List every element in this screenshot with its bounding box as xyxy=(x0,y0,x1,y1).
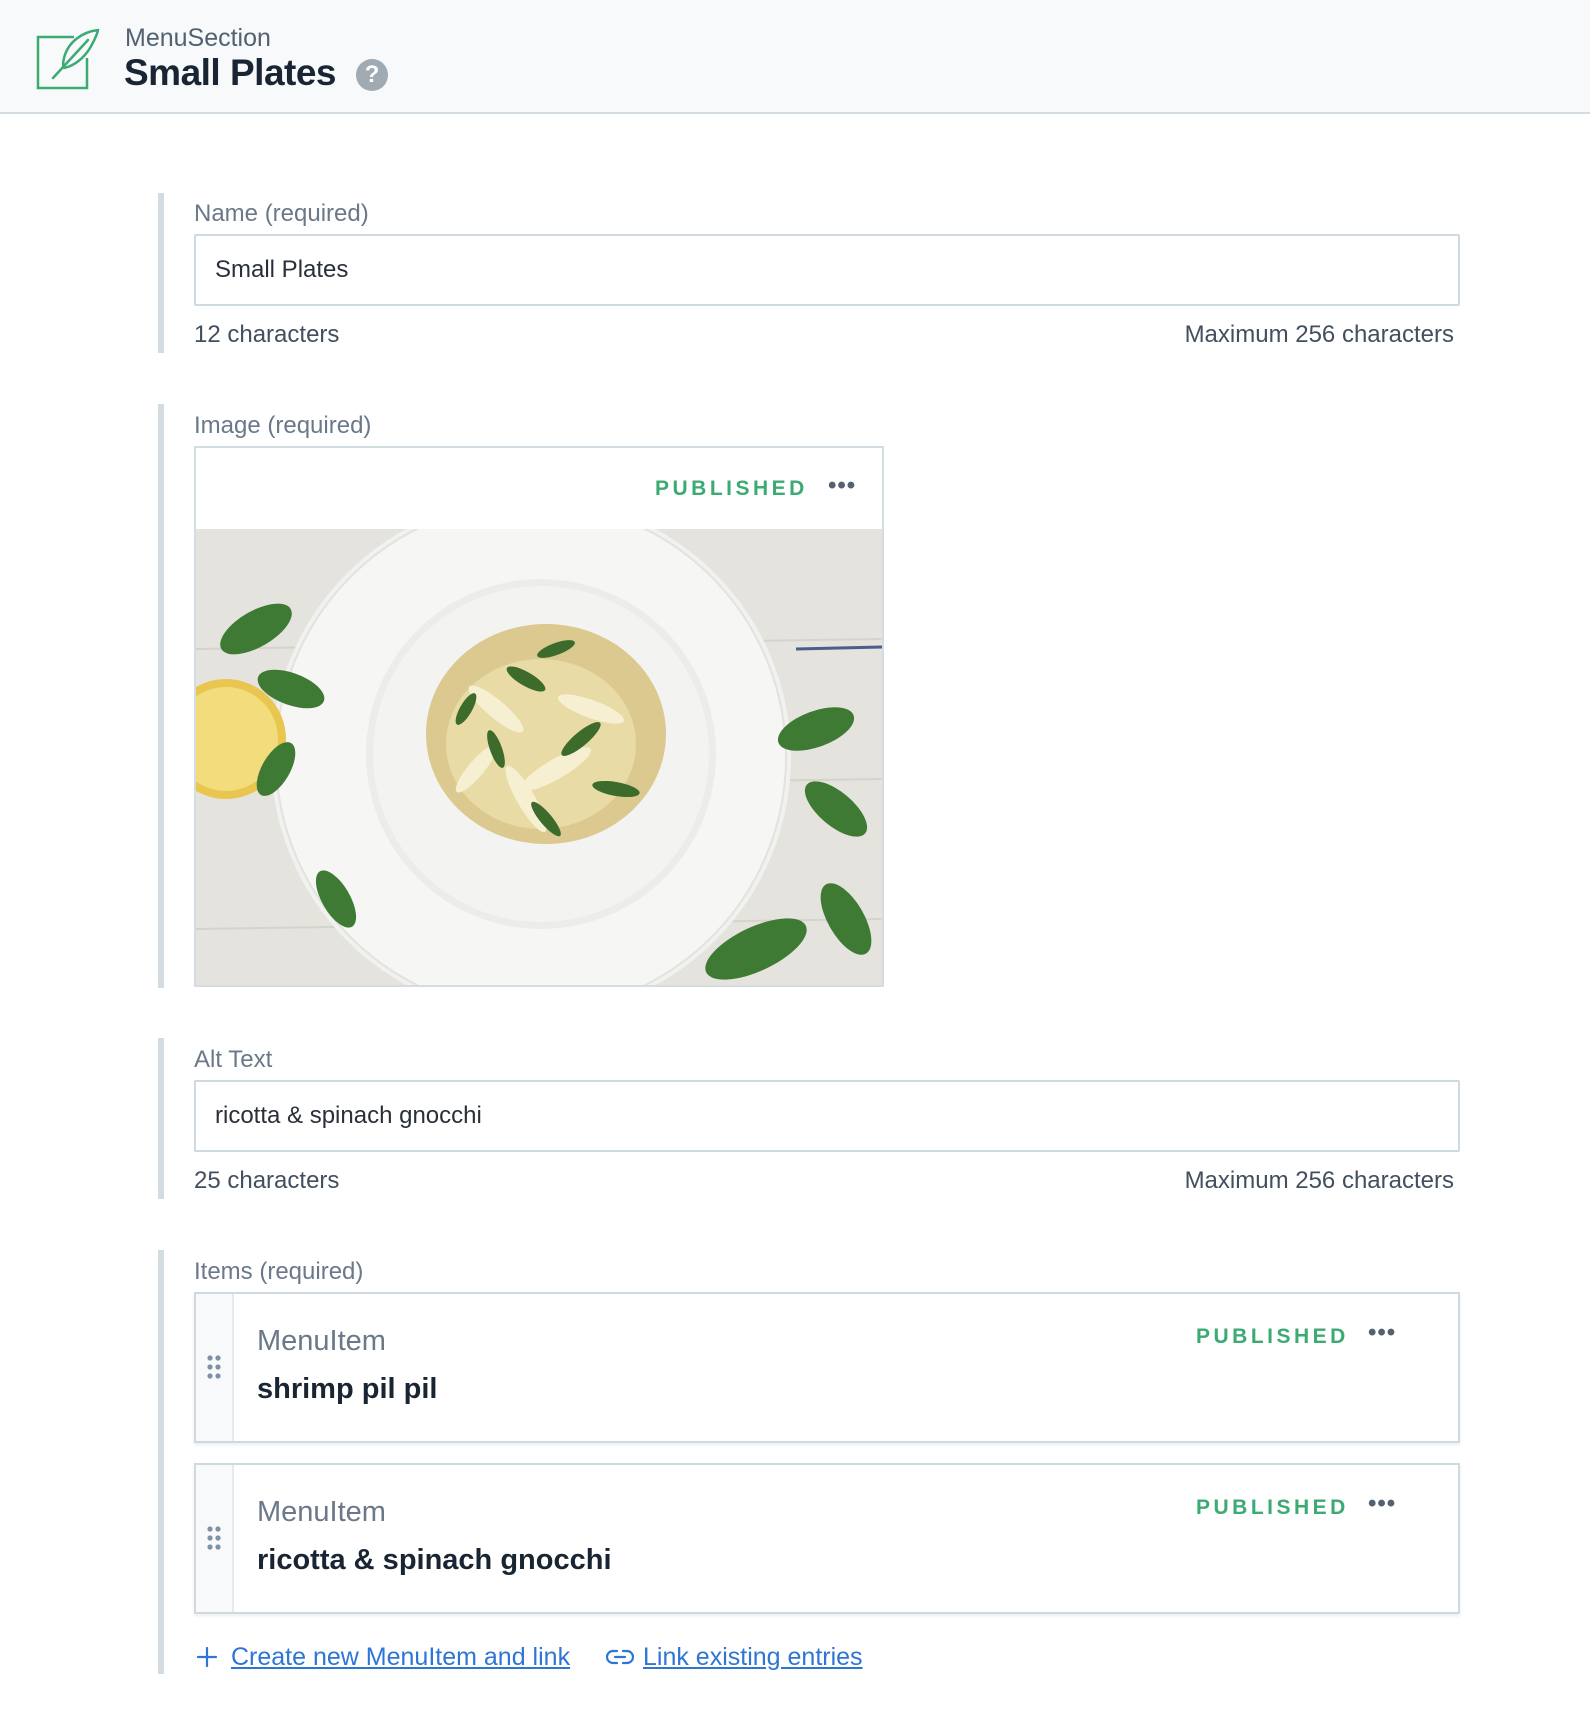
image-field: Image (required) PUBLISHED ••• xyxy=(158,404,1454,988)
alt-text-char-count: 25 characters xyxy=(194,1167,340,1194)
help-icon[interactable]: ? xyxy=(356,59,388,91)
drag-handle-icon xyxy=(207,1526,221,1550)
drag-handle[interactable] xyxy=(196,1294,234,1441)
plus-icon xyxy=(196,1646,218,1668)
feather-pen-icon xyxy=(36,28,100,90)
status-badge: PUBLISHED xyxy=(1196,1496,1349,1519)
name-field-label: Name (required) xyxy=(194,200,369,227)
name-field: Name (required) 12 characters Maximum 25… xyxy=(158,193,1460,353)
name-input[interactable] xyxy=(194,234,1460,306)
create-new-menuitem-link[interactable]: Create new MenuItem and link xyxy=(231,1643,570,1672)
page-title: Small Plates xyxy=(124,52,337,93)
asset-thumbnail-image[interactable] xyxy=(196,529,884,987)
link-icon xyxy=(606,1649,634,1665)
alt-text-field: Alt Text 25 characters Maximum 256 chara… xyxy=(158,1038,1460,1199)
asset-card-header: PUBLISHED ••• xyxy=(196,448,882,530)
drag-handle-icon xyxy=(207,1355,221,1379)
entry-title: ricotta & spinach gnocchi xyxy=(257,1544,612,1576)
items-field-label: Items (required) xyxy=(194,1258,364,1285)
alt-text-max-chars: Maximum 256 characters xyxy=(1184,1167,1454,1194)
status-badge: PUBLISHED xyxy=(1196,1325,1349,1348)
entry-content-type: MenuItem xyxy=(257,1496,386,1528)
name-max-chars: Maximum 256 characters xyxy=(1184,321,1454,348)
entry-title: shrimp pil pil xyxy=(257,1373,438,1405)
more-actions-button[interactable]: ••• xyxy=(1368,1321,1396,1345)
alt-text-field-label: Alt Text xyxy=(194,1046,273,1073)
asset-card[interactable]: PUBLISHED ••• xyxy=(194,446,884,987)
more-actions-button[interactable]: ••• xyxy=(1368,1492,1396,1516)
image-field-label: Image (required) xyxy=(194,412,372,439)
status-badge: PUBLISHED xyxy=(655,477,808,500)
alt-text-input[interactable] xyxy=(194,1080,1460,1152)
entry-card[interactable]: MenuItem shrimp pil pil PUBLISHED ••• xyxy=(194,1292,1460,1443)
name-char-count: 12 characters xyxy=(194,321,340,348)
entry-content-type: MenuItem xyxy=(257,1325,386,1357)
content-type-label: MenuSection xyxy=(125,24,271,52)
entry-card[interactable]: MenuItem ricotta & spinach gnocchi PUBLI… xyxy=(194,1463,1460,1614)
drag-handle[interactable] xyxy=(196,1465,234,1612)
items-field: Items (required) MenuItem shrimp pil pil… xyxy=(158,1250,1460,1674)
link-existing-entries-link[interactable]: Link existing entries xyxy=(643,1643,863,1672)
more-actions-button[interactable]: ••• xyxy=(828,474,856,498)
entry-header: MenuSection Small Plates ? xyxy=(0,0,1590,114)
